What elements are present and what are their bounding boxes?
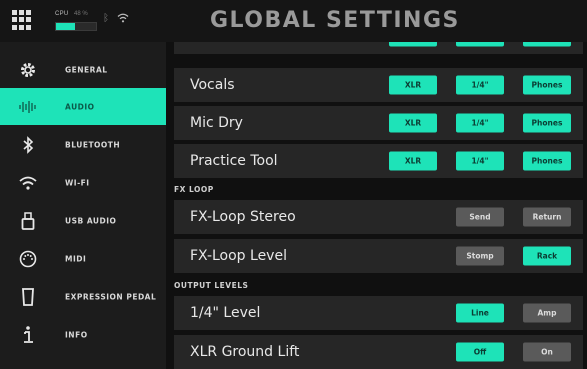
- wifi-icon: [18, 173, 38, 193]
- sidebar-item-expression-pedal[interactable]: EXPRESSION PEDAL: [0, 278, 166, 315]
- output-amp-button[interactable]: Amp: [523, 303, 571, 323]
- fx-loop-rack-button[interactable]: Rack: [523, 246, 571, 266]
- sidebar-item-label: AUDIO: [65, 102, 95, 111]
- cpu-meter: CPU 48 %: [55, 11, 101, 33]
- bluetooth-icon: ᛒ: [103, 13, 109, 24]
- vocals-xlr-button[interactable]: XLR: [389, 75, 437, 95]
- mic-dry-quarter-inch-button[interactable]: 1/4": [456, 113, 504, 133]
- settings-row-fx-loop-stereo: FX-Loop Stereo Send Return: [174, 200, 583, 234]
- fx-loop-stomp-button[interactable]: Stomp: [456, 246, 504, 266]
- row-label: Practice Tool: [190, 153, 278, 169]
- bluetooth-icon: [18, 135, 38, 155]
- sidebar-item-label: MIDI: [65, 254, 87, 263]
- settings-panel[interactable]: Vocals XLR 1/4" Phones Mic Dry XLR 1/4" …: [166, 42, 587, 369]
- sidebar-item-label: GENERAL: [65, 65, 108, 74]
- partial-button[interactable]: [456, 42, 504, 47]
- sidebar-item-general[interactable]: GENERAL: [0, 51, 166, 88]
- settings-row-mic-dry: Mic Dry XLR 1/4" Phones: [174, 106, 583, 140]
- settings-row-partial: [174, 42, 583, 54]
- info-icon: [18, 325, 38, 345]
- row-label: FX-Loop Stereo: [190, 209, 296, 225]
- sidebar-item-info[interactable]: INFO: [0, 316, 166, 353]
- settings-row-xlr-ground-lift: XLR Ground Lift Off On: [174, 335, 583, 369]
- sidebar-item-label: EXPRESSION PEDAL: [65, 292, 157, 301]
- usb-icon: [18, 211, 38, 231]
- sidebar-item-label: INFO: [65, 330, 88, 339]
- cpu-label: CPU: [55, 11, 69, 17]
- sidebar-item-bluetooth[interactable]: BLUETOOTH: [0, 126, 166, 163]
- partial-button[interactable]: [389, 42, 437, 47]
- vocals-phones-button[interactable]: Phones: [523, 75, 571, 95]
- ground-lift-off-button[interactable]: Off: [456, 342, 504, 362]
- sidebar-item-midi[interactable]: MIDI: [0, 240, 166, 277]
- settings-row-practice-tool: Practice Tool XLR 1/4" Phones: [174, 144, 583, 178]
- sidebar-item-label: WI-FI: [65, 178, 90, 187]
- mic-dry-phones-button[interactable]: Phones: [523, 113, 571, 133]
- section-label-fx-loop: FX LOOP: [174, 185, 214, 194]
- row-label: FX-Loop Level: [190, 248, 287, 264]
- midi-icon: [18, 249, 38, 269]
- row-label: Mic Dry: [190, 115, 243, 131]
- section-label-output-levels: OUTPUT LEVELS: [174, 281, 249, 290]
- sidebar-item-wifi[interactable]: WI-FI: [0, 164, 166, 201]
- wifi-icon: [117, 13, 129, 23]
- partial-button[interactable]: [523, 42, 571, 47]
- sidebar-item-audio[interactable]: AUDIO: [0, 88, 166, 125]
- settings-row-quarter-inch-level: 1/4" Level Line Amp: [174, 296, 583, 330]
- sidebar-item-usb-audio[interactable]: USB AUDIO: [0, 202, 166, 239]
- top-bar: CPU 48 % ᛒ GLOBAL SETTINGS: [0, 0, 587, 42]
- output-line-button[interactable]: Line: [456, 303, 504, 323]
- pedal-icon: [18, 287, 38, 307]
- sidebar: GENERAL AUDIO BLUETOOTH WI-FI USB AUDIO …: [0, 42, 166, 369]
- mic-dry-xlr-button[interactable]: XLR: [389, 113, 437, 133]
- gear-icon: [18, 60, 38, 80]
- vocals-quarter-inch-button[interactable]: 1/4": [456, 75, 504, 95]
- waveform-icon: [18, 97, 38, 117]
- cpu-bar: [55, 22, 97, 31]
- cpu-bar-fill: [56, 23, 76, 30]
- row-label: Vocals: [190, 77, 235, 93]
- practice-tool-xlr-button[interactable]: XLR: [389, 151, 437, 171]
- settings-row-vocals: Vocals XLR 1/4" Phones: [174, 68, 583, 102]
- fx-loop-return-button[interactable]: Return: [523, 207, 571, 227]
- fx-loop-send-button[interactable]: Send: [456, 207, 504, 227]
- grid-menu-icon[interactable]: [12, 10, 32, 30]
- row-label: 1/4" Level: [190, 305, 261, 321]
- sidebar-item-label: USB AUDIO: [65, 216, 117, 225]
- ground-lift-on-button[interactable]: On: [523, 342, 571, 362]
- settings-row-fx-loop-level: FX-Loop Level Stomp Rack: [174, 239, 583, 273]
- practice-tool-phones-button[interactable]: Phones: [523, 151, 571, 171]
- cpu-value: 48 %: [74, 11, 88, 17]
- page-title: GLOBAL SETTINGS: [210, 8, 460, 33]
- row-label: XLR Ground Lift: [190, 344, 300, 360]
- practice-tool-quarter-inch-button[interactable]: 1/4": [456, 151, 504, 171]
- sidebar-item-label: BLUETOOTH: [65, 140, 121, 149]
